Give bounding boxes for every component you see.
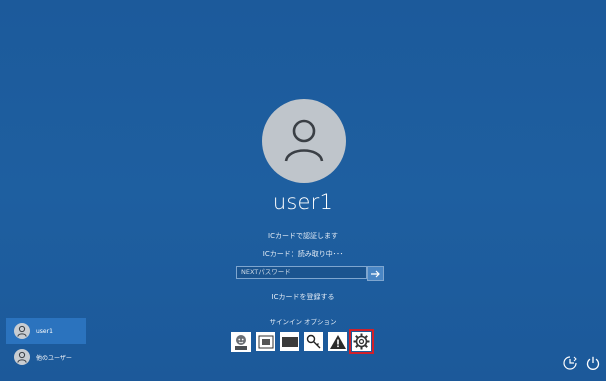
power-button[interactable] [585,355,601,371]
card-reader-option[interactable] [280,332,299,351]
user-list-label: user1 [36,327,53,335]
smart-card-option[interactable] [256,332,275,351]
user-avatar [262,99,346,183]
ease-of-access-button[interactable] [562,355,578,371]
power-icon [586,356,600,370]
password-input[interactable] [236,266,367,279]
face-signin-option[interactable] [231,332,251,352]
user-silhouette-icon [284,119,324,162]
avatar [14,349,30,365]
password-row [236,266,384,281]
user-silhouette-icon [17,351,27,363]
submit-button[interactable] [367,266,384,281]
user-switch-list: user1 他のユーザー [6,318,86,370]
key-option[interactable] [304,332,323,351]
face-signin-icon [232,333,250,351]
warning-icon [329,334,346,349]
ic-card-status: ICカード：読み取り中･･･ [262,250,344,258]
avatar [14,323,30,339]
warning-option[interactable] [328,332,347,351]
lock-screen: user1 ICカードで認証します ICカード：読み取り中･･･ ICカードを登… [0,0,606,381]
ease-of-access-icon [563,356,577,370]
signin-options-label: サインイン オプション [269,318,337,326]
arrow-right-icon [371,270,380,277]
key-icon [306,334,320,348]
user-list-label: 他のユーザー [36,354,72,362]
user-silhouette-icon [17,325,27,337]
register-card-link[interactable]: ICカードを登録する [0,292,606,302]
user-list-item-other[interactable]: 他のユーザー [6,344,86,370]
username: user1 [272,190,334,214]
card-reader-icon [281,336,298,347]
settings-option[interactable] [349,329,374,354]
smart-card-icon [258,335,273,348]
ic-card-message: ICカードで認証します [268,232,338,240]
user-list-item-user1[interactable]: user1 [6,318,86,344]
signin-options [231,329,374,356]
settings-gear-icon [353,333,370,350]
